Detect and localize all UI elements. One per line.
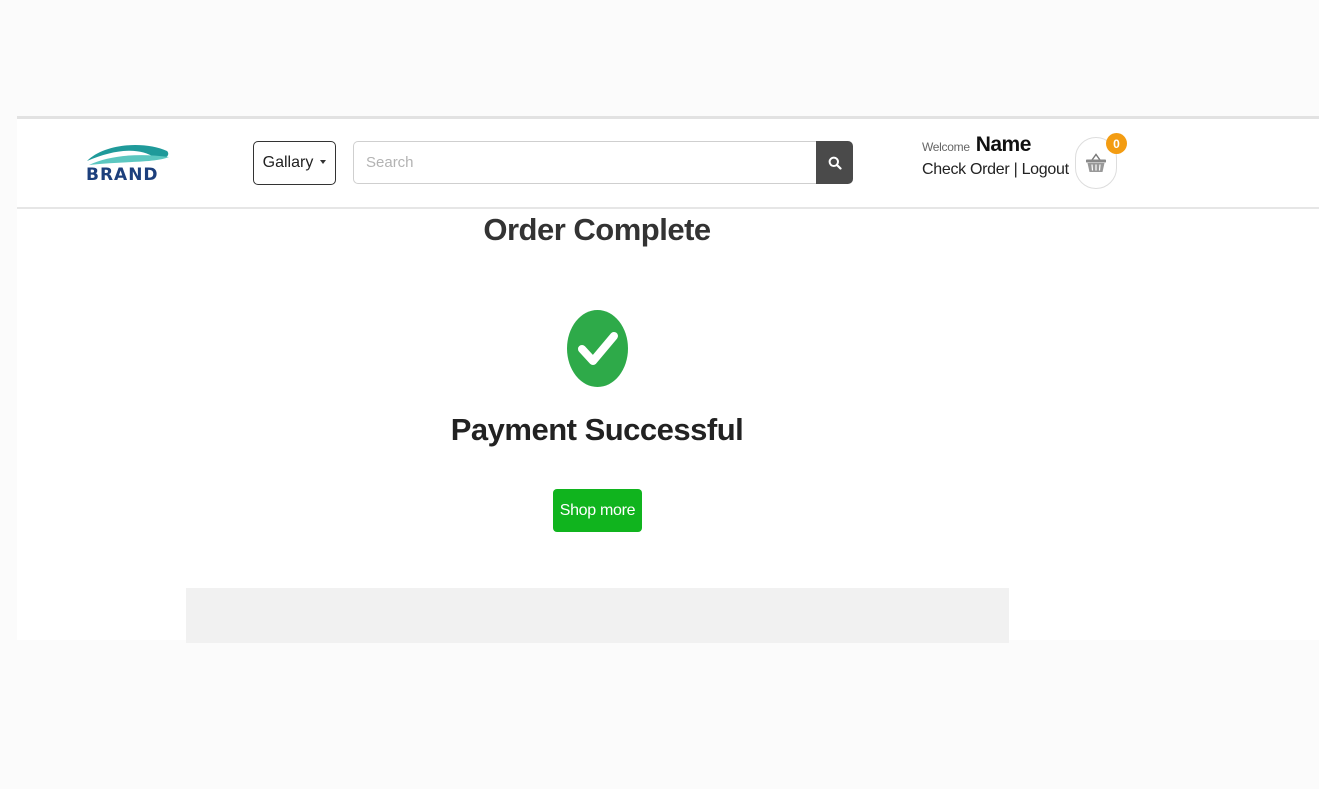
search-group	[353, 141, 854, 185]
shop-more-button[interactable]: Shop more	[553, 489, 642, 532]
brand-logo[interactable]: BRAND	[85, 141, 171, 187]
page-frame: BRAND Gallary Welcome Name Check Order |	[17, 116, 1319, 643]
gallery-dropdown-button[interactable]: Gallary	[253, 141, 336, 185]
basket-icon	[1086, 153, 1106, 172]
logout-link[interactable]: Logout	[1022, 161, 1069, 178]
link-separator: |	[1013, 161, 1018, 178]
payment-status-heading: Payment Successful	[450, 412, 744, 447]
user-menu: Welcome Name Check Order | Logout	[922, 133, 1082, 179]
search-input[interactable]	[353, 141, 816, 184]
cart-count-badge: 0	[1106, 133, 1127, 154]
page-title: Order Complete	[483, 212, 711, 247]
caret-down-icon	[320, 159, 327, 164]
welcome-label: Welcome	[922, 140, 970, 154]
navbar: BRAND Gallary Welcome Name Check Order |	[17, 119, 1319, 209]
gallery-label: Gallary	[262, 154, 314, 171]
search-button[interactable]	[816, 141, 853, 184]
check-circle-icon	[566, 309, 629, 388]
logo-text: BRAND	[86, 165, 159, 185]
footer-bar	[186, 588, 1009, 643]
search-icon	[828, 156, 842, 170]
user-name: Name	[975, 133, 1032, 156]
check-order-link[interactable]: Check Order	[922, 161, 1010, 178]
